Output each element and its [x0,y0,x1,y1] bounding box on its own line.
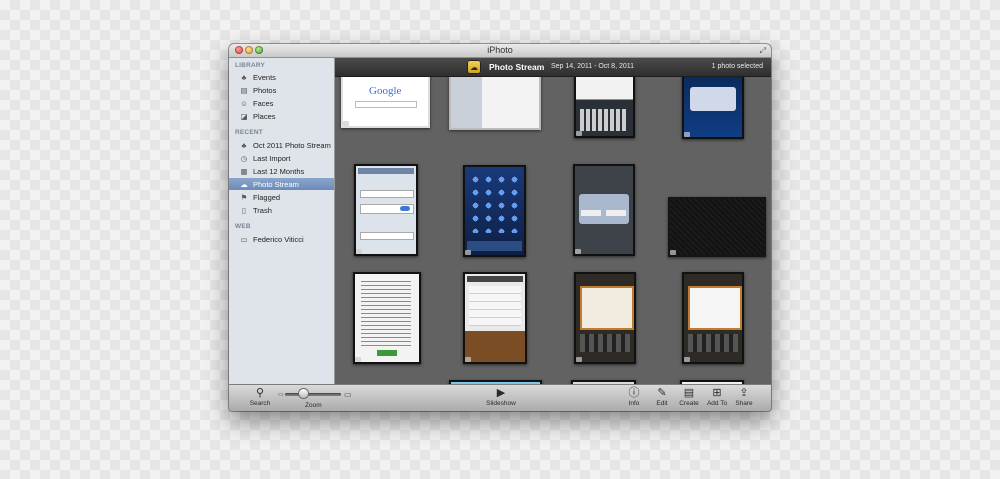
photo-thumbnail[interactable] [574,272,636,364]
info-icon: ⓘ [628,387,640,399]
web-gallery-icon: ▭ [240,234,248,244]
sidebar-item-label: Events [253,72,276,82]
sidebar: LIBRARY ♣ Events ▤ Photos ☺ Faces ◪ Plac… [229,58,335,384]
sidebar-item-label: Trash [253,205,272,215]
title-bar[interactable]: iPhoto ⤢ [229,44,771,58]
zoom-slider-knob[interactable] [298,389,308,398]
photo-thumbnail[interactable] [682,77,744,139]
zoom-small-icon[interactable]: ▭ [278,391,284,398]
photo-stream-icon: ☁ [240,179,248,189]
sidebar-item-label: Last Import [253,153,291,163]
edit-button[interactable]: ✎ Edit [653,387,671,407]
palm-tree-icon: ♣ [241,72,247,82]
zoom-label: Zoom [305,402,322,409]
share-icon: ⇪ [739,387,749,399]
photo-thumbnail[interactable] [354,164,418,256]
flag-icon: ⚑ [240,192,248,202]
create-button[interactable]: ▤ Create [676,387,702,407]
faces-icon: ☺ [240,98,248,108]
zoom-slider[interactable] [285,393,341,396]
info-label: Info [628,400,640,407]
sidebar-heading-web: WEB [235,223,251,230]
sidebar-item-last-import[interactable]: ◷ Last Import [229,152,334,164]
create-label: Create [679,400,699,407]
photo-thumbnail[interactable] [573,164,635,256]
photo-thumbnail[interactable] [353,272,421,364]
places-icon: ◪ [240,111,248,121]
sidebar-item-federico-viticci[interactable]: ▭ Federico Viticci [229,233,334,245]
window-title: iPhoto [487,45,513,55]
sidebar-item-label: Places [253,111,276,121]
sidebar-item-flagged[interactable]: ⚑ Flagged [229,191,334,203]
sidebar-heading-library: LIBRARY [235,62,266,69]
search-icon: ⚲ [255,387,265,399]
palm-tree-icon: ♣ [241,140,247,150]
play-icon: ▶ [496,387,506,399]
photos-icon: ▤ [240,85,248,95]
photo-thumbnail[interactable] [682,272,744,364]
fullscreen-icon[interactable]: ⤢ [760,46,766,56]
zoom-large-icon[interactable]: ▭ [344,390,352,399]
photo-grid: Google [335,77,771,384]
sidebar-item-photos[interactable]: ▤ Photos [229,84,334,96]
sidebar-item-label: Photo Stream [253,179,299,189]
sidebar-item-label: Last 12 Months [253,166,305,176]
add-icon: ⊞ [712,387,722,399]
pencil-icon: ✎ [657,387,667,399]
sidebar-item-label: Federico Viticci [253,234,304,244]
add-to-label: Add To [706,400,728,407]
info-button[interactable]: ⓘ Info [625,387,643,407]
iphoto-window: iPhoto ⤢ LIBRARY ♣ Events ▤ Photos ☺ Fac… [229,44,771,411]
photo-thumbnail[interactable] [463,165,526,257]
clock-icon: ◷ [240,153,248,163]
sidebar-item-faces[interactable]: ☺ Faces [229,97,334,109]
selection-count: 1 photo selected [711,63,763,70]
sidebar-item-oct-2011-photo-stream[interactable]: ♣ Oct 2011 Photo Stream [229,139,334,151]
search-label: Search [249,400,271,407]
photo-thumbnail[interactable] [449,77,541,130]
sidebar-item-events[interactable]: ♣ Events [229,71,334,83]
sidebar-item-label: Faces [253,98,274,108]
slideshow-label: Slideshow [486,400,516,407]
create-icon: ▤ [683,387,695,399]
album-title: Photo Stream [489,62,545,72]
album-date-range: Sep 14, 2011 - Oct 8, 2011 [551,63,635,70]
add-to-button[interactable]: ⊞ Add To [704,387,730,407]
trash-icon: ▯ [241,205,247,215]
share-button[interactable]: ⇪ Share [733,387,755,407]
photo-thumbnail[interactable] [668,197,766,257]
content-header: ☁ Photo Stream Sep 14, 2011 - Oct 8, 201… [335,58,771,77]
photo-thumbnail[interactable] [463,272,527,364]
sidebar-item-label: Flagged [253,192,281,202]
sidebar-item-last-12-months[interactable]: ▦ Last 12 Months [229,165,334,177]
calendar-icon: ▦ [240,166,248,176]
sidebar-heading-recent: RECENT [235,129,263,136]
share-label: Share [735,400,753,407]
sidebar-item-photo-stream[interactable]: ☁ Photo Stream [229,178,334,190]
photo-thumbnail[interactable] [574,77,635,138]
sidebar-item-label: Photos [253,85,277,95]
edit-label: Edit [656,400,668,407]
bottom-toolbar: ⚲ Search ▭ ▭ Zoom ▶ Slideshow ⓘ Info ✎ E… [229,384,771,411]
search-button[interactable]: ⚲ Search [248,387,272,407]
photo-thumbnail[interactable]: Google [341,77,430,128]
slideshow-button[interactable]: ▶ Slideshow [481,387,521,407]
sidebar-item-trash[interactable]: ▯ Trash [229,204,334,216]
sidebar-item-places[interactable]: ◪ Places [229,110,334,122]
photo-stream-icon: ☁ [467,60,481,74]
sidebar-item-label: Oct 2011 Photo Stream [253,140,331,150]
